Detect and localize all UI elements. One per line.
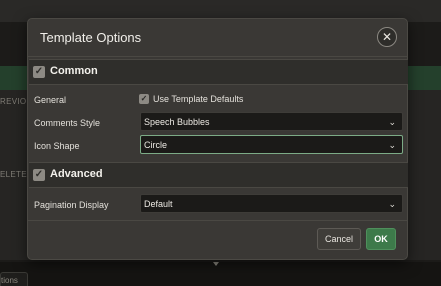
chevron-down-icon: ⌄ [388,140,396,150]
cancel-button[interactable]: Cancel [317,228,361,250]
icon-shape-value: Circle [144,140,168,150]
section-advanced-header[interactable]: ✓ Advanced [29,162,408,188]
icon-shape-label: Icon Shape [34,141,80,151]
close-icon: ✕ [381,30,393,44]
background-footer [0,262,441,286]
background-caret-icon [213,262,219,266]
pagination-display-label: Pagination Display [34,200,109,210]
dialog-header: Template Options ✕ [28,19,407,57]
section-common-header[interactable]: ✓ Common [29,59,408,85]
dialog-footer-divider [28,220,407,221]
template-options-dialog: Template Options ✕ ✓ Common General ✓ Us… [27,18,408,260]
close-button[interactable]: ✕ [377,27,397,47]
dialog-title: Template Options [40,30,142,45]
section-advanced-label: Advanced [50,168,103,180]
use-template-defaults-label[interactable]: Use Template Defaults [153,94,243,104]
general-label: General [34,95,67,105]
collapse-checkbox-icon[interactable]: ✓ [33,169,45,181]
background-tab-label: tions [1,276,18,285]
ok-button[interactable]: OK [366,228,396,250]
section-common-label: Common [50,65,98,77]
background-text-2: ELETE [0,170,27,179]
collapse-checkbox-icon[interactable]: ✓ [33,66,45,78]
comments-style-value: Speech Bubbles [144,117,210,127]
icon-shape-select[interactable]: Circle ⌄ [140,135,403,154]
pagination-display-select[interactable]: Default ⌄ [140,194,403,213]
background-tab: tions [0,272,28,286]
chevron-down-icon: ⌄ [388,117,396,127]
comments-style-label: Comments Style [34,118,101,128]
chevron-down-icon: ⌄ [388,199,396,209]
pagination-display-value: Default [144,199,173,209]
use-template-defaults-checkbox[interactable]: ✓ [139,94,149,104]
comments-style-select[interactable]: Speech Bubbles ⌄ [140,112,403,131]
